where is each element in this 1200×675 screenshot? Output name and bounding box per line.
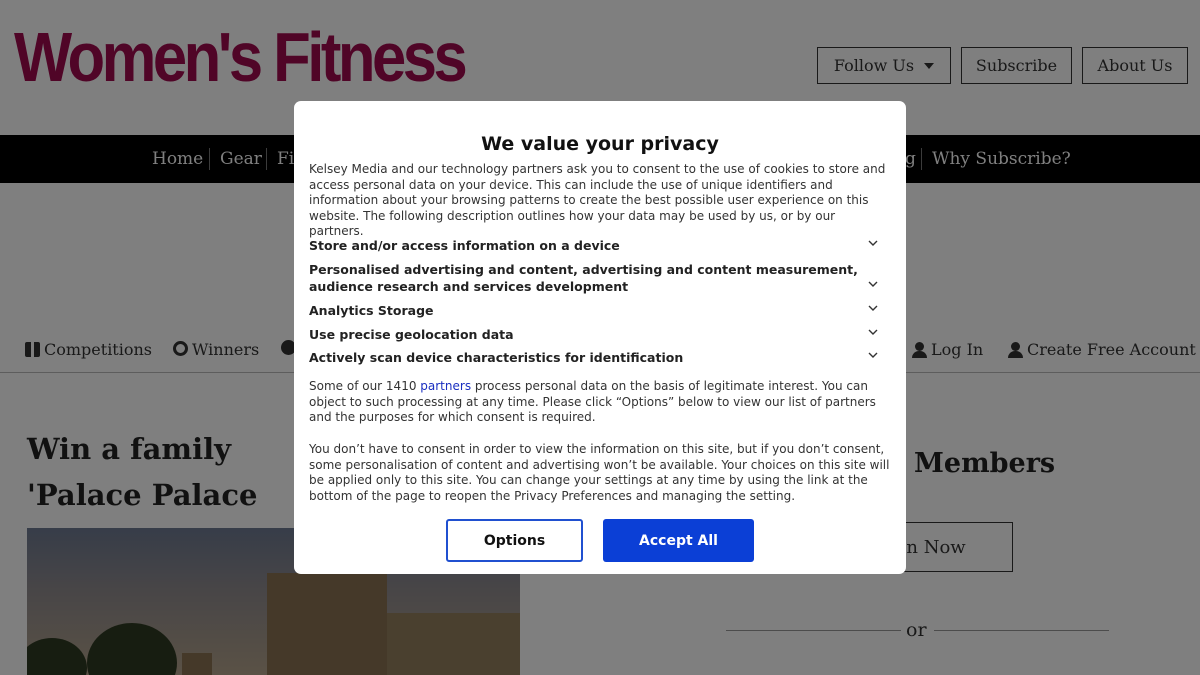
chevron-down-icon[interactable] [868,327,878,337]
options-button[interactable]: Options [446,519,583,562]
accept-all-button[interactable]: Accept All [603,519,754,562]
chevron-down-icon[interactable] [868,303,878,313]
legitimate-interest-text: Some of our 1410 partners process person… [309,379,893,426]
no-consent-text: You don’t have to consent in order to vi… [309,442,890,503]
chevron-down-icon[interactable] [868,279,878,289]
consent-intro-text: Kelsey Media and our technology partners… [309,162,886,238]
purpose-geolocation[interactable]: Use precise geolocation data [309,326,864,343]
purpose-device-scan[interactable]: Actively scan device characteristics for… [309,349,864,366]
privacy-consent-dialog: We value your privacy Kelsey Media and o… [294,101,906,574]
chevron-down-icon[interactable] [868,350,878,360]
legit-text-start: Some of our 1410 [309,379,421,393]
purpose-personalised-advertising[interactable]: Personalised advertising and content, ad… [309,261,864,295]
purpose-store-access[interactable]: Store and/or access information on a dev… [309,237,864,254]
partners-link[interactable]: partners [420,379,471,393]
dialog-title: We value your privacy [481,133,719,155]
chevron-down-icon[interactable] [868,238,878,248]
purpose-analytics-storage[interactable]: Analytics Storage [309,302,864,319]
